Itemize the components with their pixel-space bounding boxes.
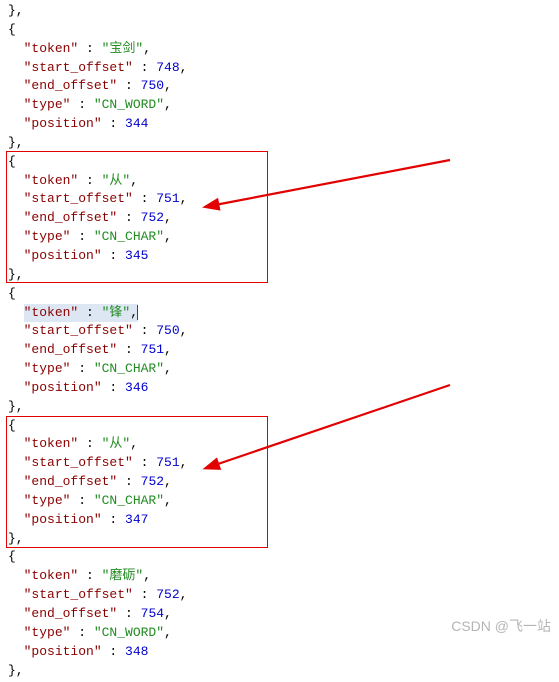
- prop-end: "end_offset" : 751,: [8, 341, 559, 360]
- prop-pos: "position" : 346: [8, 379, 559, 398]
- prop-pos: "position" : 348: [8, 643, 559, 662]
- prop-token: "token" : "从",: [8, 435, 559, 454]
- object-close: },: [8, 530, 559, 549]
- prop-end: "end_offset" : 752,: [8, 209, 559, 228]
- object-open: {: [8, 21, 559, 40]
- prop-type: "type" : "CN_CHAR",: [8, 492, 559, 511]
- prop-start: "start_offset" : 751,: [8, 454, 559, 473]
- prop-token: "token" : "宝剑",: [8, 40, 559, 59]
- object-open: {: [8, 285, 559, 304]
- prop-token-highlight: "token" : "锋",: [8, 304, 559, 323]
- prop-token: "token" : "从",: [8, 172, 559, 191]
- prop-token: "token" : "磨砺",: [8, 567, 559, 586]
- watermark: CSDN @飞一站: [451, 616, 551, 636]
- object-open: {: [8, 548, 559, 567]
- prop-type: "type" : "CN_WORD",: [8, 96, 559, 115]
- line: },: [8, 2, 559, 21]
- object-close: },: [8, 134, 559, 153]
- object-close: },: [8, 266, 559, 285]
- prop-start: "start_offset" : 750,: [8, 322, 559, 341]
- code-view: }, { "token" : "宝剑", "start_offset" : 74…: [0, 0, 559, 682]
- object-open: {: [8, 417, 559, 436]
- prop-start: "start_offset" : 748,: [8, 59, 559, 78]
- prop-pos: "position" : 347: [8, 511, 559, 530]
- prop-pos: "position" : 344: [8, 115, 559, 134]
- prop-pos: "position" : 345: [8, 247, 559, 266]
- object-close: },: [8, 398, 559, 417]
- prop-end: "end_offset" : 752,: [8, 473, 559, 492]
- object-close: },: [8, 662, 559, 681]
- prop-start: "start_offset" : 751,: [8, 190, 559, 209]
- prop-start: "start_offset" : 752,: [8, 586, 559, 605]
- object-open: {: [8, 153, 559, 172]
- prop-type: "type" : "CN_CHAR",: [8, 360, 559, 379]
- prop-type: "type" : "CN_CHAR",: [8, 228, 559, 247]
- prop-end: "end_offset" : 750,: [8, 77, 559, 96]
